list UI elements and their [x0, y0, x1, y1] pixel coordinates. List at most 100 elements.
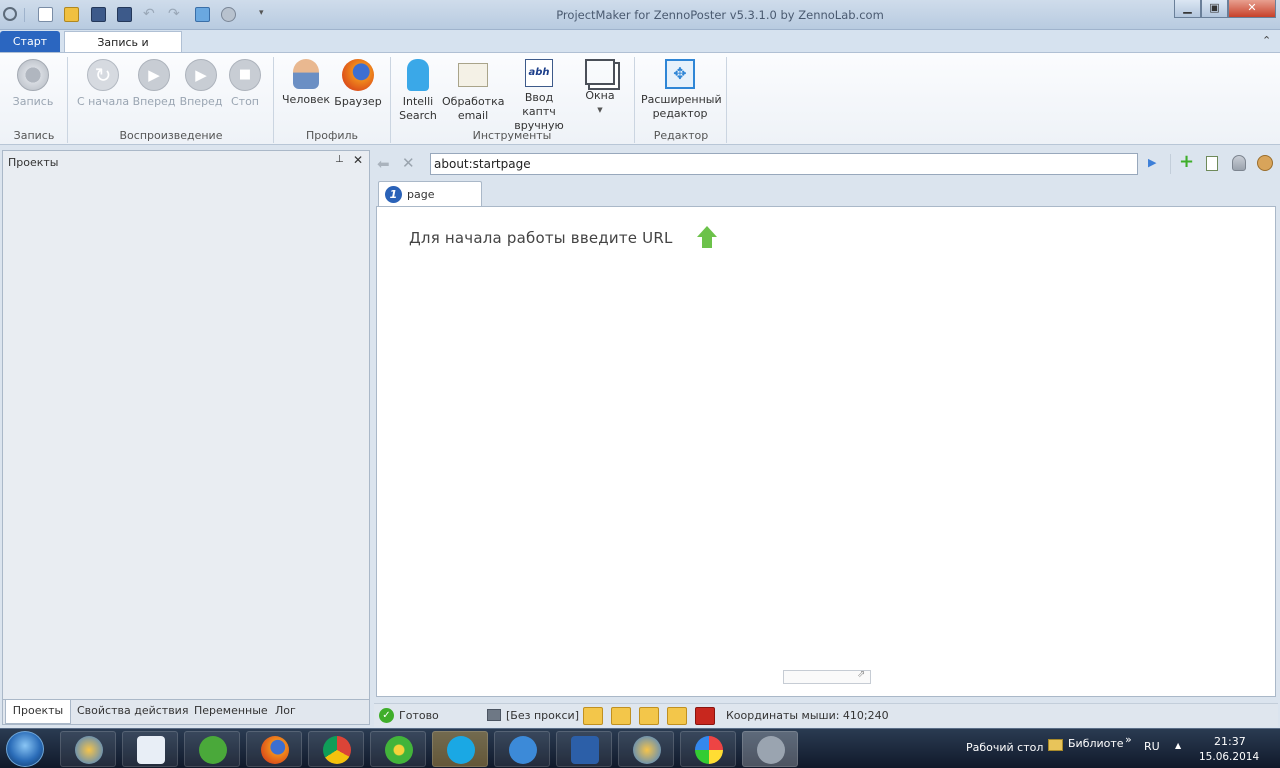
intelli-search-button[interactable]: Intelli Search: [396, 59, 440, 123]
window-title: ProjectMaker for ZennoPoster v5.3.1.0 by…: [556, 8, 884, 22]
forward-button[interactable]: ▶ Вперед: [132, 59, 176, 109]
tab-log[interactable]: Лог: [275, 700, 296, 724]
taskbar-app8[interactable]: [494, 731, 550, 767]
browser-profile-label: Браузер: [334, 95, 382, 108]
pin-icon[interactable]: ⊥: [335, 154, 344, 165]
intelli-search-icon: [407, 59, 429, 91]
tab-start[interactable]: Старт: [0, 31, 60, 52]
manual-captcha-label: Ввод каптч вручную: [514, 91, 564, 132]
tab-projects[interactable]: Проекты: [5, 700, 71, 724]
url-input[interactable]: about:startpage: [430, 153, 1138, 175]
group-divider: [634, 57, 635, 143]
clear-cache-icon[interactable]: [1232, 155, 1246, 171]
stop-icon: ■: [229, 59, 261, 91]
close-icon[interactable]: ✕: [353, 153, 363, 167]
advanced-editor-button[interactable]: ✥ Расширенный редактор: [641, 59, 722, 121]
taskbar-paint[interactable]: [680, 731, 736, 767]
title-bar: ↶ ↷ ▾ ProjectMaker for ZennoPoster v5.3.…: [0, 0, 1280, 30]
go-arrow-icon[interactable]: ▶: [1148, 156, 1156, 169]
back-arrow-icon[interactable]: ⬅: [377, 155, 390, 173]
stop-loading-icon[interactable]: ✕: [402, 154, 415, 172]
tab-action-properties[interactable]: Свойства действия: [77, 700, 188, 724]
stop-button[interactable]: ■ Стоп: [225, 59, 265, 109]
up-arrow-icon: [697, 226, 717, 237]
taskbar-chrome[interactable]: [308, 731, 364, 767]
projects-panel-title: Проекты: [8, 156, 59, 169]
browser-tab-label: page: [407, 188, 435, 201]
taskbar-zennoposter[interactable]: [742, 731, 798, 767]
human-profile-label: Человек: [282, 93, 330, 106]
tab-variables[interactable]: Переменные: [194, 700, 268, 724]
popups-toggle-icon[interactable]: [639, 707, 659, 725]
page-source-icon[interactable]: [1206, 156, 1218, 171]
manual-captcha-button[interactable]: abh Ввод каптч вручную: [507, 59, 571, 133]
close-button[interactable]: ✕: [1228, 0, 1276, 18]
group-playback-label: Воспроизведение: [119, 129, 223, 142]
status-bar: ✓ Готово [Без прокси] Координаты мыши: 4…: [374, 703, 1278, 727]
language-indicator[interactable]: RU: [1144, 740, 1160, 753]
taskbar-icq[interactable]: [370, 731, 426, 767]
taskbar-ie[interactable]: [60, 731, 116, 767]
email-processing-button[interactable]: Обработка email: [442, 59, 504, 123]
advanced-editor-label: Расширенный редактор: [641, 93, 722, 120]
start-orb[interactable]: [6, 731, 44, 767]
up-arrow-icon-stem: [702, 237, 712, 248]
projects-panel-header: Проекты ⊥ ✕: [3, 151, 369, 173]
mouse-coordinates: Координаты мыши: 410;240: [726, 709, 889, 722]
tab-number-icon: 1: [385, 186, 402, 203]
tray-expand-icon[interactable]: ▲: [1175, 741, 1181, 750]
lightning-toggle-icon[interactable]: [667, 707, 687, 725]
chevron-down-icon: ▼: [597, 106, 603, 114]
windows-icon: [585, 59, 615, 85]
taskbar-app10[interactable]: [618, 731, 674, 767]
group-tools-label: Инструменты: [472, 129, 552, 142]
restart-button[interactable]: ↻ С начала: [75, 59, 131, 109]
icq-flower-icon: [385, 736, 413, 764]
record-button[interactable]: Запись: [8, 59, 58, 109]
step-play-icon: ▶: [185, 59, 217, 91]
library-toolbar-label[interactable]: Библиоте: [1068, 737, 1124, 750]
projects-panel: Проекты ⊥ ✕ Проекты Свойства действия Пе…: [2, 150, 370, 725]
group-divider: [273, 57, 274, 143]
clock-time[interactable]: 21:37: [1214, 735, 1246, 748]
collapse-ribbon-icon[interactable]: ⌃: [1262, 34, 1271, 47]
firefox-icon: [261, 736, 289, 764]
taskbar-app2[interactable]: [122, 731, 178, 767]
desktop-toolbar-label[interactable]: Рабочий стол: [966, 741, 1043, 754]
browser-profile-button[interactable]: Браузер: [333, 59, 383, 109]
skype-icon: [447, 736, 475, 764]
restart-button-label: С начала: [76, 95, 130, 108]
minimize-button[interactable]: ▁: [1174, 0, 1201, 18]
utorrent-icon: [199, 736, 227, 764]
clock-date[interactable]: 15.06.2014: [1199, 751, 1259, 763]
windows-button[interactable]: Окна ▼: [578, 59, 622, 117]
group-profile-label: Профиль: [305, 129, 359, 142]
envelope-icon: [458, 63, 488, 87]
browser-content[interactable]: Для начала работы введите URL ⇗: [376, 206, 1276, 697]
more-chevron-icon[interactable]: »: [1125, 733, 1132, 746]
restart-icon: ↻: [87, 59, 119, 91]
zennoposter-icon: [757, 736, 785, 764]
maximize-button[interactable]: ▣: [1201, 0, 1228, 18]
expand-arrows-icon: ✥: [665, 59, 695, 89]
status-text: Готово: [399, 709, 439, 722]
app-icon: [137, 736, 165, 764]
taskbar-utorrent[interactable]: [184, 731, 240, 767]
taskbar-skype[interactable]: [432, 731, 488, 767]
step-forward-button-label: Вперед: [179, 95, 223, 108]
record-icon: [17, 59, 49, 91]
flash-toggle-icon[interactable]: [695, 707, 715, 725]
taskbar-app9[interactable]: [556, 731, 612, 767]
tab-record-debug[interactable]: Запись и отладка: [64, 31, 182, 70]
person-icon: [293, 59, 319, 89]
taskbar-firefox[interactable]: [246, 731, 302, 767]
cookies-icon[interactable]: [1257, 155, 1273, 171]
images-toggle-icon[interactable]: [583, 707, 603, 725]
add-icon[interactable]: +: [1179, 151, 1194, 172]
proxy-status[interactable]: [Без прокси]: [506, 709, 579, 722]
human-profile-button[interactable]: Человек: [282, 59, 330, 107]
group-divider: [67, 57, 68, 143]
step-forward-button[interactable]: ▶ Вперед: [179, 59, 223, 109]
browser-tab[interactable]: 1 page: [378, 181, 482, 207]
frames-toggle-icon[interactable]: [611, 707, 631, 725]
